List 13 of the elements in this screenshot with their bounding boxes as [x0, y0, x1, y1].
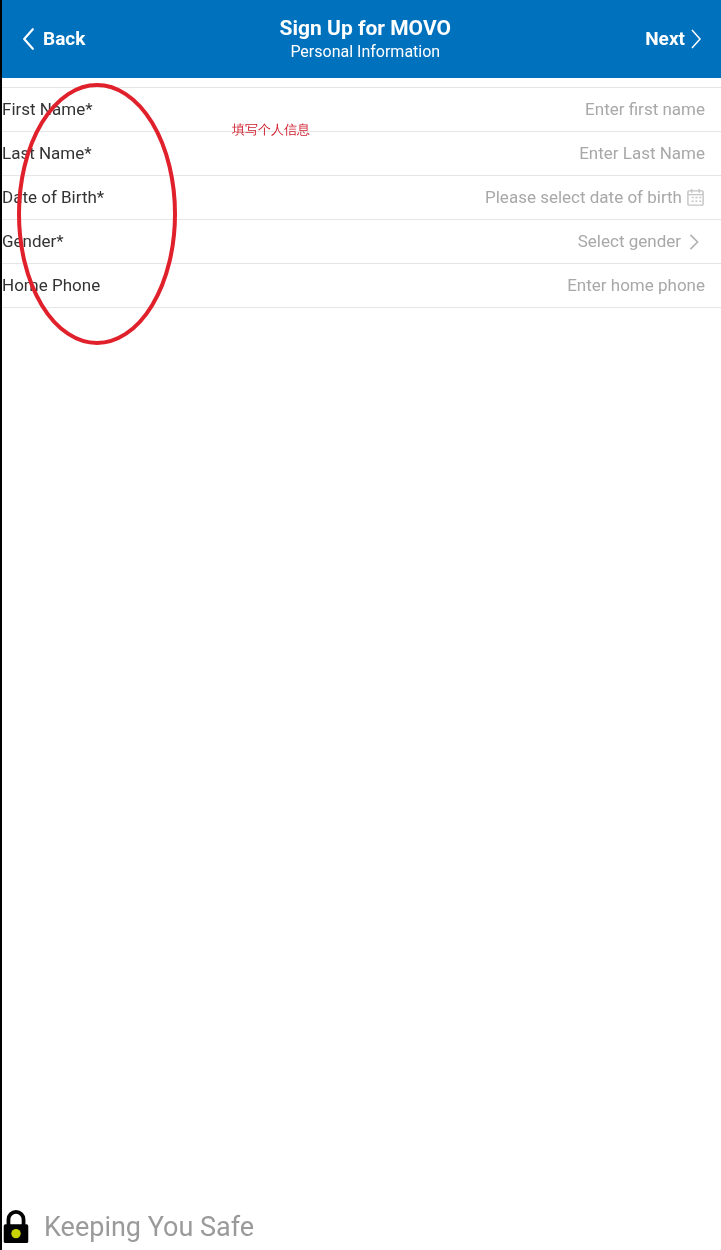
footer-text: Keeping You Safe: [44, 1209, 255, 1245]
next-button[interactable]: Next: [645, 24, 701, 54]
input-field[interactable]: Enter home phone: [345, 272, 705, 299]
chevron-right-icon: [689, 233, 699, 250]
chevron-left-icon: [22, 27, 35, 51]
input-field[interactable]: Enter Last Name: [345, 140, 705, 167]
input-field[interactable]: Enter first name: [345, 96, 705, 123]
calendar-icon: [686, 188, 705, 207]
page-subtitle: Personal Information: [290, 41, 441, 63]
back-button[interactable]: Back: [22, 24, 86, 54]
annotation-note: 填写个人信息: [232, 121, 310, 139]
chevron-right-icon: [691, 29, 701, 49]
page-title: Sign Up for MOVO: [279, 15, 451, 41]
